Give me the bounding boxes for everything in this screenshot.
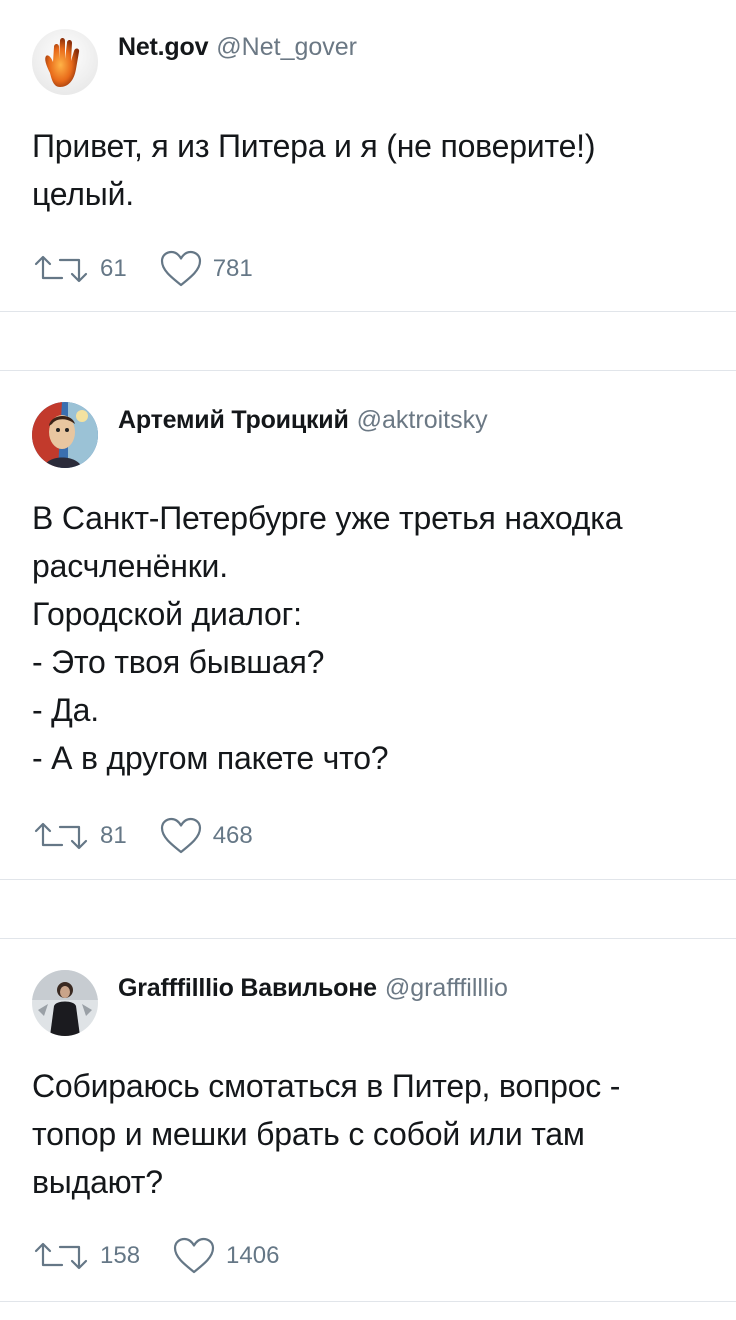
tweet-text-line: Городской диалог: xyxy=(32,596,302,632)
tweet-text-line: - А в другом пакете что? xyxy=(32,740,389,776)
retweet-button[interactable]: 81 xyxy=(32,821,127,851)
retweet-icon xyxy=(34,822,88,850)
like-button[interactable]: 468 xyxy=(159,817,253,855)
tweet-2[interactable]: Артемий Троицкий @aktroitsky В Санкт-Пете… xyxy=(0,370,736,880)
retweet-button[interactable]: 158 xyxy=(32,1241,140,1271)
user-handle[interactable]: @Net_gover xyxy=(216,33,357,61)
separator-gap xyxy=(0,880,736,938)
tweet-actions: 158 1406 xyxy=(32,1236,279,1276)
retweet-count: 61 xyxy=(100,255,127,282)
dark-figure-avatar-icon xyxy=(32,970,98,1036)
display-name[interactable]: Net.gov xyxy=(118,33,208,61)
retweet-icon xyxy=(34,255,88,283)
display-name[interactable]: Grafffilllio Вавильоне xyxy=(118,974,377,1002)
user-avatar[interactable] xyxy=(32,29,98,95)
separator-gap xyxy=(0,312,736,370)
tweet-header: Артемий Троицкий @aktroitsky xyxy=(118,405,488,435)
user-handle[interactable]: @grafffilllio xyxy=(385,974,508,1002)
tweet-header: Grafffilllio Вавильоне @grafffilllio xyxy=(118,973,508,1003)
divider xyxy=(0,938,736,939)
tweet-text: Привет, я из Питера и я (не поверите!) ц… xyxy=(32,122,712,218)
tweet-text: В Санкт-Петербурге уже третья находка ра… xyxy=(32,494,712,782)
raised-hand-avatar-icon xyxy=(32,29,98,95)
tweet-text-line: В Санкт-Петербурге уже третья находка xyxy=(32,500,623,536)
tweet-text-line: топор и мешки брать с собой или там xyxy=(32,1116,585,1152)
tweet-text-line: Собираюсь смотаться в Питер, вопрос - xyxy=(32,1068,621,1104)
retweet-count: 158 xyxy=(100,1242,141,1269)
retweet-count: 81 xyxy=(100,822,127,849)
heart-icon xyxy=(160,817,201,854)
tweet-text-line: - Да. xyxy=(32,692,99,728)
heart-icon xyxy=(173,1237,215,1274)
tweet-header: Net.gov @Net_gover xyxy=(118,32,357,62)
tweet-text-line: Привет, я из Питера и я (не поверите!) xyxy=(32,128,596,164)
tweet-text-line: выдают? xyxy=(32,1164,163,1200)
tweet-actions: 81 468 xyxy=(32,816,253,856)
retweet-button[interactable]: 61 xyxy=(32,254,127,284)
heart-icon xyxy=(160,250,201,287)
retweet-icon xyxy=(34,1242,88,1270)
tweet-text-line: целый. xyxy=(32,176,134,212)
tweet-1[interactable]: Net.gov @Net_gover Привет, я из Питера и … xyxy=(0,0,736,312)
tweet-actions: 61 781 xyxy=(32,249,253,289)
like-button[interactable]: 1406 xyxy=(172,1237,279,1275)
tweet-text-line: расчленёнки. xyxy=(32,548,228,584)
display-name[interactable]: Артемий Троицкий xyxy=(118,406,349,434)
user-avatar[interactable] xyxy=(32,402,98,468)
divider xyxy=(0,1301,736,1302)
user-avatar[interactable] xyxy=(32,970,98,1036)
tweet-text: Собираюсь смотаться в Питер, вопрос - то… xyxy=(32,1062,712,1206)
painted-portrait-avatar-icon xyxy=(32,402,98,468)
tweet-text-line: - Это твоя бывшая? xyxy=(32,644,325,680)
like-button[interactable]: 781 xyxy=(159,250,253,288)
like-count: 781 xyxy=(212,255,253,282)
tweet-3[interactable]: Grafffilllio Вавильоне @grafffilllio Соби… xyxy=(0,938,736,1302)
like-count: 1406 xyxy=(226,1242,280,1269)
divider xyxy=(0,370,736,371)
like-count: 468 xyxy=(212,822,253,849)
user-handle[interactable]: @aktroitsky xyxy=(357,406,488,434)
